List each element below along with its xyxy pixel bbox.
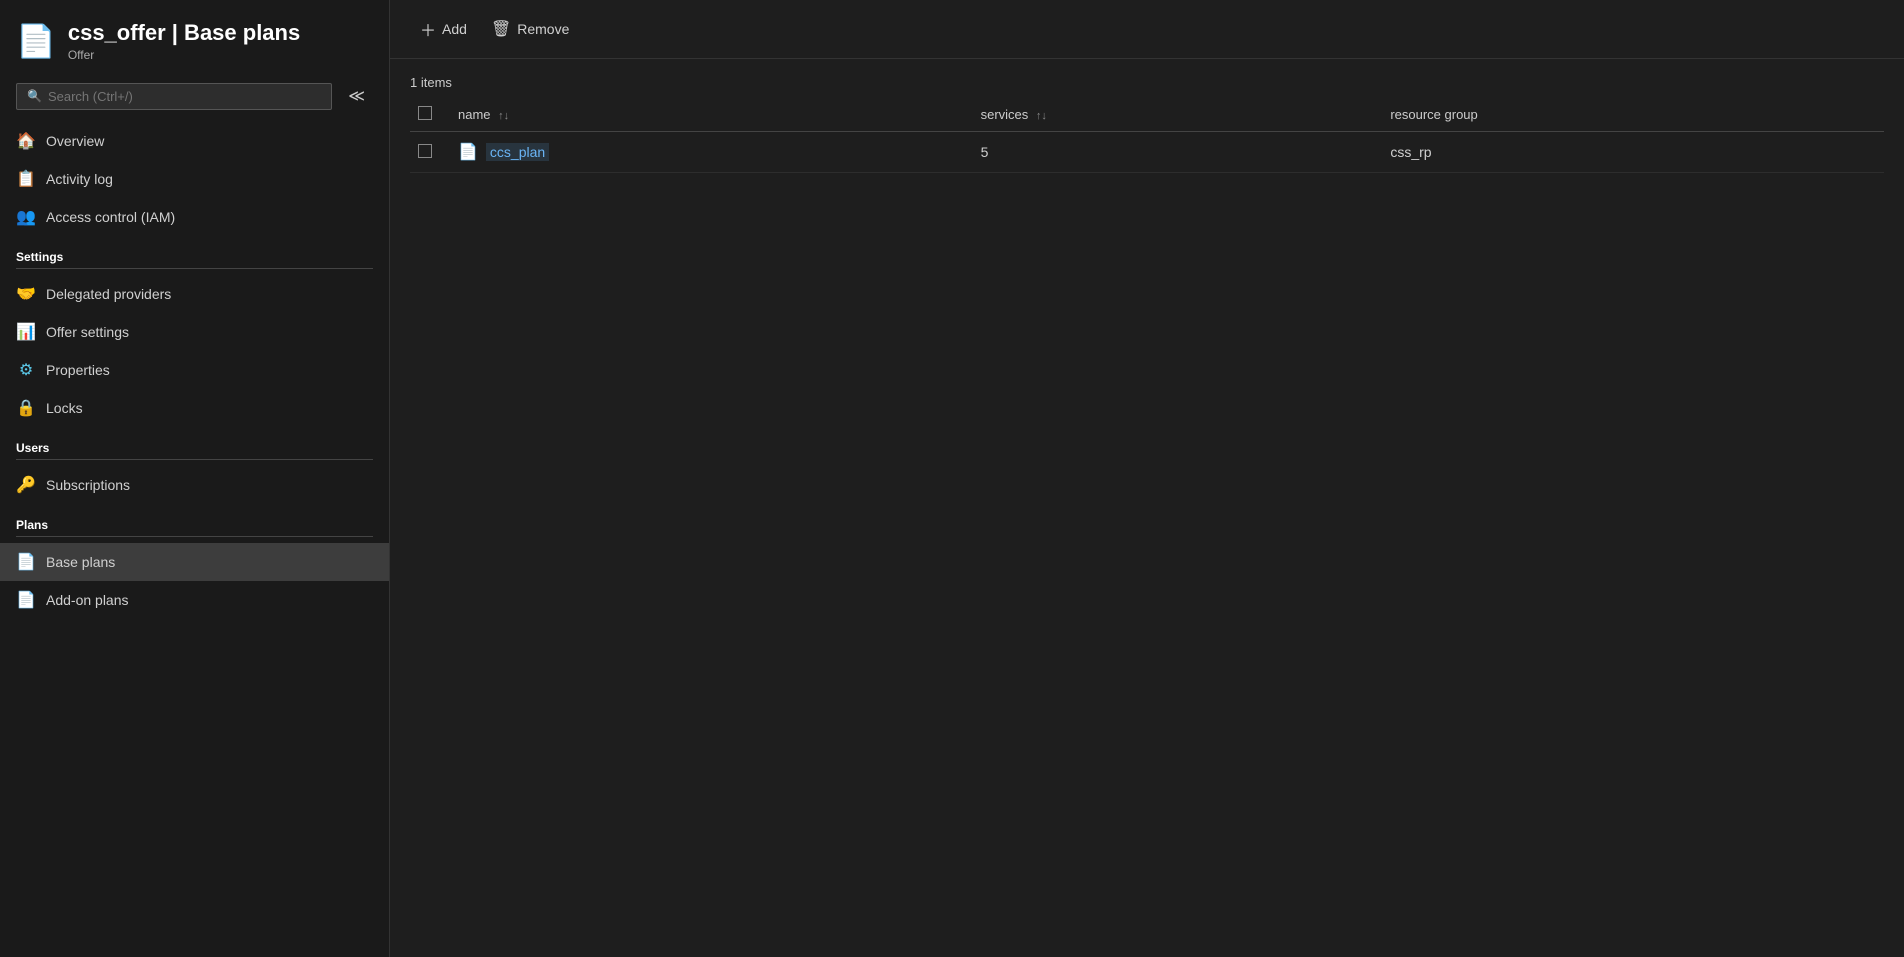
services-sort-icon: ↑↓ [1036, 110, 1047, 122]
column-services-label: services [981, 107, 1029, 122]
search-row: 🔍 ≪ [0, 74, 389, 118]
settings-section-label: Settings [0, 236, 389, 268]
sidebar-item-add-on-plans-label: Add-on plans [46, 592, 129, 608]
column-header-resource-group: resource group [1378, 98, 1884, 132]
add-on-plans-icon: 📄 [16, 590, 36, 610]
sidebar-item-activity-log[interactable]: 📋 Activity log [0, 160, 389, 198]
users-section-label: Users [0, 427, 389, 459]
sidebar: 📄 css_offer | Base plans Offer 🔍 ≪ 🏠 Ove… [0, 0, 390, 957]
remove-icon: 🗑 [491, 19, 511, 39]
table-row: 📄 ccs_plan 5 css_rp [410, 132, 1884, 173]
sidebar-item-base-plans[interactable]: 📄 Base plans [0, 543, 389, 581]
column-resource-group-label: resource group [1390, 107, 1477, 122]
sidebar-item-locks[interactable]: 🔒 Locks [0, 389, 389, 427]
sidebar-item-subscriptions[interactable]: 🔑 Subscriptions [0, 466, 389, 504]
plan-icon: 📄 [458, 142, 478, 162]
sidebar-item-subscriptions-label: Subscriptions [46, 477, 130, 493]
delegated-providers-icon: 🤝 [16, 284, 36, 304]
sidebar-item-access-control[interactable]: 👥 Access control (IAM) [0, 198, 389, 236]
items-count: 1 items [410, 75, 1884, 90]
sidebar-item-overview-label: Overview [46, 133, 104, 149]
search-input[interactable] [48, 89, 321, 104]
plan-name-cell: 📄 ccs_plan [458, 142, 957, 162]
sidebar-item-delegated-providers-label: Delegated providers [46, 286, 171, 302]
sidebar-item-delegated-providers[interactable]: 🤝 Delegated providers [0, 275, 389, 313]
table-area: 1 items name ↑↓ services ↑↓ r [390, 59, 1904, 957]
plan-name-link[interactable]: ccs_plan [486, 143, 549, 161]
row-services-cell: 5 [969, 132, 1379, 173]
row-resource-group-cell: css_rp [1378, 132, 1884, 173]
row-name-cell: 📄 ccs_plan [446, 132, 969, 173]
nav-section: 🏠 Overview 📋 Activity log 👥 Access contr… [0, 118, 389, 937]
select-all-checkbox[interactable] [418, 106, 432, 120]
settings-divider [16, 268, 373, 269]
header-checkbox-cell [410, 98, 446, 132]
add-button[interactable]: ＋ Add [410, 12, 477, 46]
sidebar-item-access-control-label: Access control (IAM) [46, 209, 175, 225]
page-header: 📄 css_offer | Base plans Offer [0, 0, 389, 74]
subscriptions-icon: 🔑 [16, 475, 36, 495]
users-divider [16, 459, 373, 460]
add-icon: ＋ [420, 17, 436, 41]
sidebar-item-activity-log-label: Activity log [46, 171, 113, 187]
column-name-label: name [458, 107, 491, 122]
page-subtitle: Offer [68, 48, 300, 62]
search-icon: 🔍 [27, 89, 42, 103]
sidebar-item-base-plans-label: Base plans [46, 554, 115, 570]
data-table: name ↑↓ services ↑↓ resource group [410, 98, 1884, 173]
access-control-icon: 👥 [16, 207, 36, 227]
column-header-name[interactable]: name ↑↓ [446, 98, 969, 132]
collapse-sidebar-button[interactable]: ≪ [340, 82, 373, 110]
page-header-icon: 📄 [16, 22, 56, 60]
sidebar-item-locks-label: Locks [46, 400, 83, 416]
name-sort-icon: ↑↓ [498, 110, 509, 122]
sidebar-item-offer-settings-label: Offer settings [46, 324, 129, 340]
sidebar-item-properties[interactable]: ⚙ Properties [0, 351, 389, 389]
remove-button-label: Remove [517, 21, 569, 37]
remove-button[interactable]: 🗑 Remove [481, 14, 579, 44]
sidebar-item-overview[interactable]: 🏠 Overview [0, 122, 389, 160]
toolbar: ＋ Add 🗑 Remove [390, 0, 1904, 59]
activity-log-icon: 📋 [16, 169, 36, 189]
properties-icon: ⚙ [16, 360, 36, 380]
add-button-label: Add [442, 21, 467, 37]
search-box[interactable]: 🔍 [16, 83, 332, 110]
column-header-services[interactable]: services ↑↓ [969, 98, 1379, 132]
main-content: ＋ Add 🗑 Remove 1 items name ↑↓ [390, 0, 1904, 957]
row-checkbox[interactable] [418, 144, 432, 158]
offer-settings-icon: 📊 [16, 322, 36, 342]
sidebar-item-properties-label: Properties [46, 362, 110, 378]
page-title: css_offer | Base plans [68, 20, 300, 46]
sidebar-item-add-on-plans[interactable]: 📄 Add-on plans [0, 581, 389, 619]
sidebar-item-offer-settings[interactable]: 📊 Offer settings [0, 313, 389, 351]
plans-section-label: Plans [0, 504, 389, 536]
row-checkbox-cell [410, 132, 446, 173]
base-plans-icon: 📄 [16, 552, 36, 572]
header-text: css_offer | Base plans Offer [68, 20, 300, 62]
overview-icon: 🏠 [16, 131, 36, 151]
locks-icon: 🔒 [16, 398, 36, 418]
table-header-row: name ↑↓ services ↑↓ resource group [410, 98, 1884, 132]
plans-divider [16, 536, 373, 537]
